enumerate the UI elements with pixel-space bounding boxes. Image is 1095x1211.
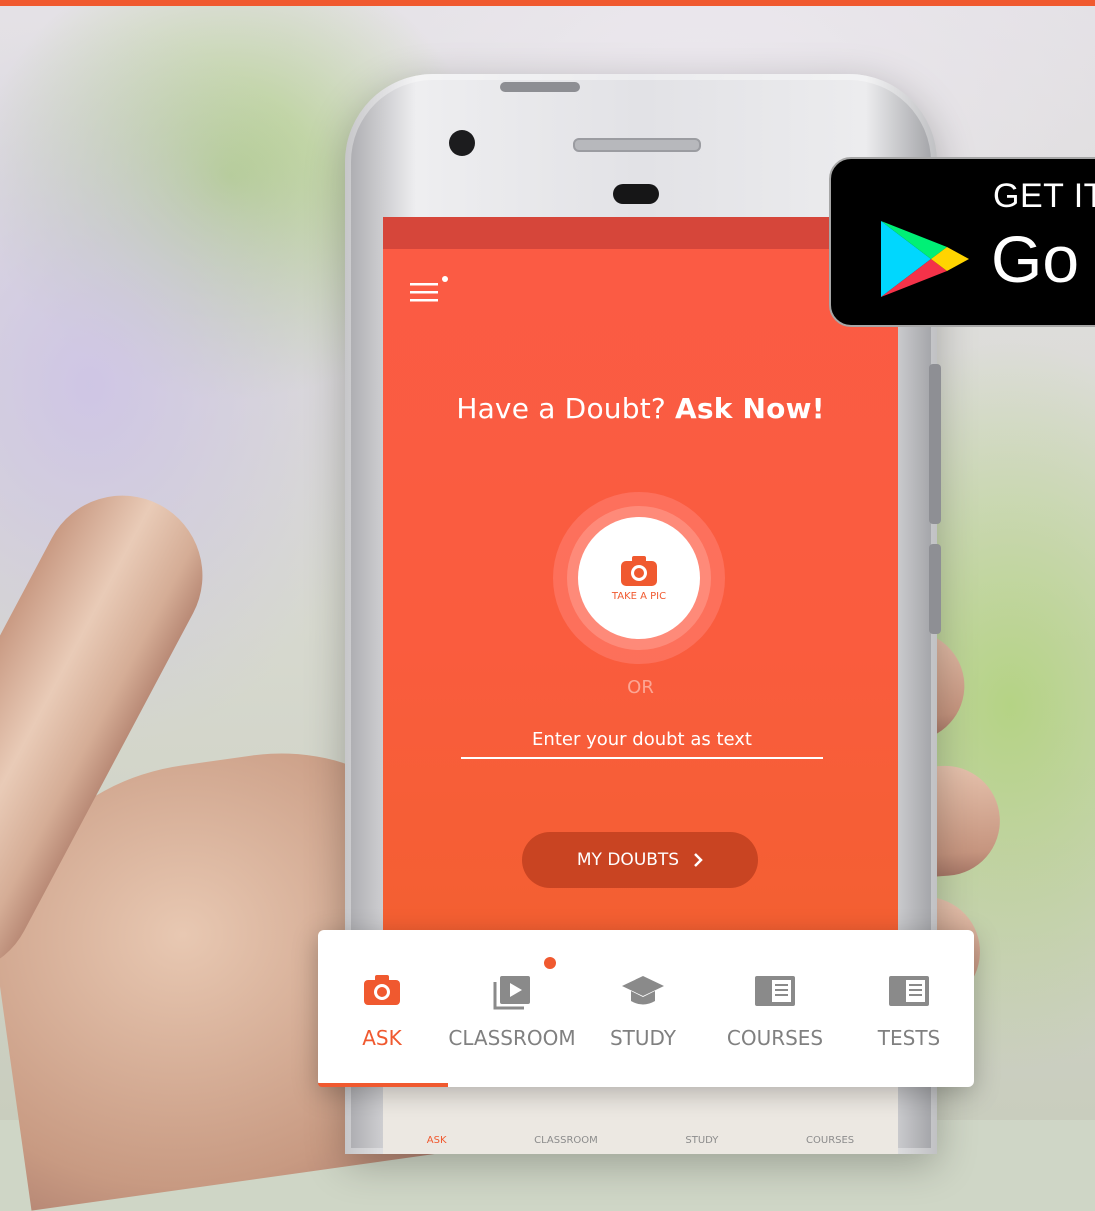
take-a-pic-label: TAKE A PIC bbox=[611, 590, 667, 602]
nav-label-tests: TESTS bbox=[877, 1026, 941, 1050]
phone-tab-classroom[interactable]: CLASSROOM bbox=[534, 1135, 598, 1146]
camera-icon bbox=[364, 975, 400, 1005]
camera-icon bbox=[621, 555, 657, 586]
book-icon bbox=[755, 976, 795, 1006]
hamburger-menu-icon[interactable] bbox=[410, 275, 454, 307]
phone-tab-bar: ASK CLASSROOM STUDY COURSES bbox=[383, 1087, 898, 1154]
doubt-text-input[interactable] bbox=[461, 721, 823, 759]
video-play-icon bbox=[493, 976, 530, 1010]
status-bar bbox=[383, 217, 898, 249]
nav-label-courses: COURSES bbox=[726, 1026, 824, 1050]
phone-tab-ask[interactable]: ASK bbox=[427, 1135, 447, 1146]
notification-dot bbox=[544, 957, 556, 969]
badge-small-text: GET IT bbox=[993, 177, 1095, 215]
ask-headline: Have a Doubt? Ask Now! bbox=[383, 392, 898, 425]
take-a-pic-button[interactable]: TAKE A PIC bbox=[578, 517, 700, 639]
phone-side-button bbox=[929, 364, 941, 524]
phone-side-button bbox=[929, 544, 941, 634]
google-play-icon bbox=[881, 221, 969, 297]
my-doubts-label: MY DOUBTS bbox=[576, 850, 680, 870]
bottom-navigation: ASK CLASSROOM STUDY COURSES TESTS bbox=[318, 930, 974, 1087]
front-camera-icon bbox=[449, 130, 475, 156]
nav-label-ask: ASK bbox=[362, 1026, 402, 1050]
nav-item-study[interactable]: STUDY bbox=[598, 930, 688, 1087]
graduation-cap-icon bbox=[622, 976, 664, 1005]
test-paper-icon bbox=[889, 976, 929, 1006]
nav-item-tests[interactable]: TESTS bbox=[864, 930, 954, 1087]
badge-big-text: Go bbox=[991, 222, 1080, 296]
top-accent-bar bbox=[0, 0, 1095, 6]
nav-item-courses[interactable]: COURSES bbox=[720, 930, 830, 1087]
headline-cta: Ask Now! bbox=[675, 392, 825, 425]
nav-label-classroom: CLASSROOM bbox=[448, 1026, 576, 1050]
nav-item-classroom[interactable]: CLASSROOM bbox=[444, 930, 580, 1087]
nav-item-ask[interactable]: ASK bbox=[342, 930, 422, 1087]
phone-tab-study[interactable]: STUDY bbox=[685, 1135, 718, 1146]
phone-sensor bbox=[613, 184, 659, 204]
phone-speaker bbox=[573, 138, 701, 152]
phone-tab-courses[interactable]: COURSES bbox=[806, 1135, 854, 1146]
headline-lead: Have a Doubt? bbox=[456, 392, 666, 425]
chevron-right-icon bbox=[694, 853, 703, 867]
phone-top-slot bbox=[500, 82, 580, 92]
google-play-badge[interactable]: GET IT Go bbox=[829, 157, 1095, 327]
my-doubts-button[interactable]: MY DOUBTS bbox=[522, 832, 758, 888]
active-tab-indicator bbox=[318, 1083, 448, 1087]
nav-label-study: STUDY bbox=[609, 1026, 677, 1050]
or-separator: OR bbox=[627, 677, 654, 698]
